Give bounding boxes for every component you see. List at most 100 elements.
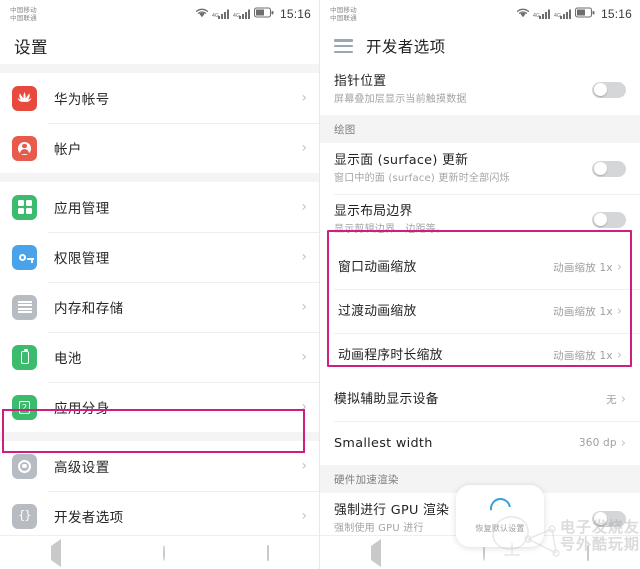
dev-row-value: 动画缩放 1x	[553, 261, 613, 274]
group-divider	[0, 173, 319, 182]
dev-row-subtitle: 屏幕叠加层显示当前触摸数据	[334, 94, 467, 105]
carrier-line-2: 中国联通	[10, 14, 37, 22]
settings-screen: 中国移动 中国联通 4G 4G 15:16 设置 华为帐号 › 帐户 › 应用管…	[0, 0, 320, 569]
dev-row-show-layout-bounds[interactable]: 显示布局边界 显示剪辑边界、边距等。	[320, 194, 640, 245]
storage-list-icon	[12, 294, 37, 320]
key-permission-icon	[12, 244, 37, 270]
hamburger-menu-icon[interactable]	[334, 39, 353, 53]
dev-row-title: 显示面 (surface) 更新	[334, 153, 469, 168]
back-triangle-icon[interactable]	[51, 538, 61, 567]
battery-icon	[12, 344, 37, 370]
toggle-pointer-location[interactable]	[592, 81, 626, 98]
dev-row-subtitle: 显示剪辑边界、边距等。	[334, 224, 447, 235]
apps-grid-icon	[12, 194, 37, 220]
wifi-icon	[195, 7, 209, 21]
page-title: 开发者选项	[366, 38, 446, 56]
dev-row-texts: 显示面 (surface) 更新 窗口中的面 (surface) 更新时全部闪烁	[334, 152, 582, 185]
battery-status-icon	[574, 7, 595, 21]
dev-row-texts: 窗口动画缩放	[338, 259, 545, 276]
dev-row-transition-animation-scale[interactable]: 过渡动画缩放 动画缩放 1x	[320, 289, 640, 333]
dev-row-pointer-location[interactable]: 指针位置 屏幕叠加层显示当前触摸数据	[320, 64, 640, 115]
recents-square-icon[interactable]	[267, 544, 269, 561]
battery-status-icon	[253, 7, 274, 21]
back-triangle-icon[interactable]	[371, 538, 381, 567]
settings-title-bar: 设置	[0, 28, 319, 64]
chevron-right-icon	[621, 437, 626, 450]
developer-braces-icon: {}	[12, 503, 37, 529]
dual-screenshot-container: 中国移动 中国联通 4G 4G 15:16 设置 华为帐号 › 帐户 › 应用管…	[0, 0, 640, 569]
settings-row-label: 应用管理	[54, 201, 110, 217]
toggle-show-surface-updates[interactable]	[592, 160, 626, 177]
carrier-line-2: 中国联通	[330, 14, 357, 22]
status-icons: 4G 4G 15:16	[195, 7, 311, 21]
chevron-right-icon	[301, 300, 307, 314]
home-circle-icon[interactable]	[163, 544, 165, 561]
carrier-labels: 中国移动 中国联通	[10, 6, 37, 23]
settings-row-app-twin[interactable]: 2 应用分身	[0, 382, 319, 432]
settings-group-accounts: 华为帐号 帐户	[0, 73, 319, 173]
dev-row-simulate-secondary-displays[interactable]: 模拟辅助显示设备 无	[320, 377, 640, 421]
dev-row-title: 显示布局边界	[334, 204, 413, 219]
dev-row-title: 指针位置	[334, 74, 387, 89]
recents-square-icon[interactable]	[587, 544, 589, 561]
settings-row-label: 帐户	[54, 142, 82, 158]
group-divider	[0, 64, 319, 73]
restore-defaults-button[interactable]: 恢复默认设置	[456, 485, 544, 547]
chevron-right-icon	[301, 141, 307, 155]
settings-row-label: 高级设置	[54, 460, 110, 476]
signal-icon-sim2: 4G	[233, 9, 251, 19]
restore-defaults-label: 恢复默认设置	[475, 524, 525, 533]
dev-row-animator-duration-scale[interactable]: 动画程序时长缩放 动画缩放 1x	[320, 333, 640, 377]
group-divider	[0, 432, 319, 441]
dev-row-value: 动画缩放 1x	[553, 349, 613, 362]
status-bar-left: 中国移动 中国联通 4G 4G 15:16	[0, 0, 319, 28]
status-icons: 4G 4G 15:16	[516, 7, 632, 21]
dev-row-texts: 显示布局边界 显示剪辑边界、边距等。	[334, 203, 582, 236]
chevron-right-icon	[617, 261, 622, 274]
clock-label: 15:16	[279, 7, 311, 21]
dev-animation-scale-group: 窗口动画缩放 动画缩放 1x 过渡动画缩放 动画缩放 1x 动画程序时长缩放 动…	[320, 245, 640, 377]
settings-group-apps: 应用管理 权限管理 内存和存储 电池 2	[0, 182, 319, 432]
settings-row-account[interactable]: 帐户	[0, 123, 319, 173]
settings-row-battery[interactable]: 电池	[0, 332, 319, 382]
app-twin-icon: 2	[12, 394, 37, 420]
toggle-show-layout-bounds[interactable]	[592, 211, 626, 228]
settings-row-label: 电池	[54, 351, 82, 367]
chevron-right-icon	[301, 200, 307, 214]
dev-row-subtitle: 窗口中的面 (surface) 更新时全部闪烁	[334, 173, 510, 184]
dev-row-window-animation-scale[interactable]: 窗口动画缩放 动画缩放 1x	[320, 245, 640, 289]
home-circle-icon[interactable]	[483, 544, 485, 561]
dev-row-texts: 过渡动画缩放	[338, 303, 545, 320]
settings-row-permission-management[interactable]: 权限管理	[0, 232, 319, 282]
gear-advanced-icon	[12, 453, 37, 479]
chevron-right-icon	[617, 305, 622, 318]
dev-row-texts: Smallest width	[334, 435, 571, 452]
carrier-labels: 中国移动 中国联通	[330, 6, 357, 23]
settings-row-huawei-account[interactable]: 华为帐号	[0, 73, 319, 123]
signal-icon-sim1: 4G	[212, 9, 230, 19]
carrier-line-1: 中国移动	[10, 5, 37, 14]
dev-row-texts: 动画程序时长缩放	[338, 347, 545, 364]
dev-row-show-surface-updates[interactable]: 显示面 (surface) 更新 窗口中的面 (surface) 更新时全部闪烁	[320, 143, 640, 194]
dev-row-smallest-width[interactable]: Smallest width 360 dp	[320, 421, 640, 465]
chevron-right-icon	[617, 349, 622, 362]
settings-row-label: 内存和存储	[54, 301, 124, 317]
settings-row-developer-options[interactable]: {} 开发者选项	[0, 491, 319, 541]
nav-bar-left	[0, 535, 319, 569]
dev-row-value: 无	[606, 393, 617, 406]
chevron-right-icon	[301, 91, 307, 105]
page-title: 设置	[14, 38, 48, 57]
clock-label: 15:16	[600, 7, 632, 21]
settings-row-app-management[interactable]: 应用管理	[0, 182, 319, 232]
chevron-right-icon	[621, 393, 626, 406]
signal-icon-sim1: 4G	[533, 9, 551, 19]
settings-row-advanced-settings[interactable]: 高级设置	[0, 441, 319, 491]
dev-row-title: 窗口动画缩放	[338, 259, 417, 275]
settings-row-memory-storage[interactable]: 内存和存储	[0, 282, 319, 332]
chevron-right-icon	[301, 400, 307, 414]
dev-row-title: 过渡动画缩放	[338, 303, 417, 319]
refresh-spinner-icon	[485, 493, 515, 524]
developer-options-screen: 中国移动 中国联通 4G 4G 15:16 开发者选项 指针位置 屏幕叠加层显示…	[320, 0, 640, 569]
signal-icon-sim2: 4G	[554, 9, 572, 19]
toggle-force-gpu-rendering[interactable]	[592, 510, 626, 527]
